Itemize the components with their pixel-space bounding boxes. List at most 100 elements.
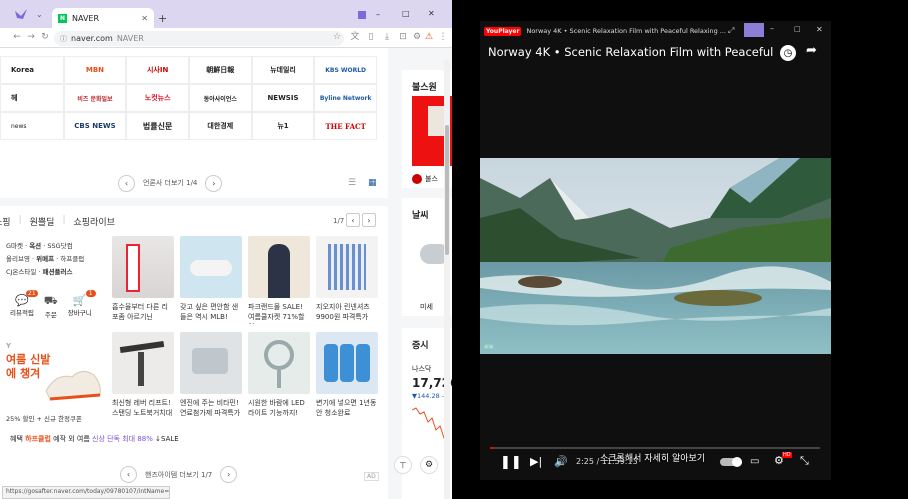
promo-line[interactable]: 혜택 하프클럽 예작 외 여름 신상 단독 최대 88% ↓SALE	[10, 434, 179, 444]
shop-more-next[interactable]: ›	[220, 466, 238, 483]
extension-icon[interactable]	[358, 11, 366, 19]
press-prev-button[interactable]: ‹	[118, 174, 135, 192]
menu-icon[interactable]: ⋮	[438, 32, 448, 42]
scroll-top-button[interactable]: ⊤	[394, 456, 412, 474]
product-card[interactable]: 변기에 넣으면 1년동안 청소완료	[316, 332, 378, 420]
press-cell[interactable]: 동아사이언스	[188, 84, 252, 112]
promo-e: ↓SALE	[155, 435, 179, 443]
product-card[interactable]: 갖고 싶은 편안함 샌들은 역시 MLB!	[180, 236, 242, 324]
tab-close-icon[interactable]: ✕	[141, 14, 148, 23]
page-settings-button[interactable]: ⚙	[420, 456, 438, 474]
shop-link[interactable]: SSG닷컴	[47, 242, 72, 250]
next-icon[interactable]: ▶|	[530, 455, 542, 468]
download-icon[interactable]: ⤓	[382, 32, 392, 42]
shop-prev-button[interactable]: ‹	[346, 213, 360, 227]
watch-later-icon[interactable]: ◷	[780, 45, 796, 61]
shop-link[interactable]: 위메프	[36, 255, 54, 263]
video-frame[interactable]: ▣▣	[480, 158, 831, 354]
press-cell[interactable]: 헤	[0, 84, 64, 112]
star-icon[interactable]: ☆	[332, 32, 342, 42]
back-icon[interactable]: ←	[12, 32, 22, 42]
progress-track[interactable]	[490, 447, 820, 449]
reload-icon[interactable]: ↻	[40, 32, 50, 42]
scrollbar-thumb[interactable]	[445, 125, 449, 255]
press-cell[interactable]: KBS WORLD	[314, 56, 377, 84]
product-card[interactable]: 지오지아 린넨셔츠 9900원 파격특가	[316, 236, 378, 324]
press-cell[interactable]: news	[0, 112, 64, 140]
press-cell[interactable]: NEWSIS	[251, 84, 315, 112]
shop-more-link[interactable]: 핸즈아이템 더보기 1/7	[145, 470, 212, 480]
press-cell[interactable]: Byline Network	[314, 84, 377, 112]
order-shortcut[interactable]: ⛟ 주문	[44, 294, 58, 319]
press-cell[interactable]: 뉴데일리	[251, 56, 315, 84]
press-cell[interactable]: CBS NEWS	[63, 112, 127, 140]
product-title: 변기에 넣으면 1년동안 청소완료	[316, 399, 377, 417]
pause-icon[interactable]: ❚❚	[500, 455, 522, 470]
shoe-banner[interactable]: Y 여름 신발 에 챙겨 25% 할인 + 신규 한정쿠폰	[6, 337, 102, 427]
forward-icon[interactable]: →	[26, 32, 36, 42]
exit-fullscreen-icon[interactable]: ⤡	[800, 454, 809, 468]
share-icon[interactable]: ➦	[806, 43, 817, 58]
warning-icon[interactable]: ⚠	[424, 32, 434, 42]
press-more-link[interactable]: 언론사 더보기 1/4	[143, 178, 197, 188]
shop-link[interactable]: 하프클럽	[60, 255, 84, 263]
translate-icon[interactable]: 文	[350, 32, 360, 42]
tab-onepluldeal[interactable]: 원쁠딜	[30, 215, 55, 228]
product-card[interactable]: 엔진에 주는 비타민! 연료첨가제 파격특가	[180, 332, 242, 420]
player-close[interactable]: ✕	[816, 25, 823, 34]
close-button[interactable]: ✕	[428, 9, 435, 18]
volume-icon[interactable]: 🔊	[554, 455, 568, 468]
cart-shortcut[interactable]: 🛒 1 장바구니	[68, 290, 96, 319]
bird-icon[interactable]	[14, 7, 28, 21]
shop-link[interactable]: CJ온스타일	[6, 268, 36, 276]
product-card[interactable]: 시원한 바람에 LED라이트 기능까지!	[248, 332, 310, 420]
press-cell[interactable]: 뉴1	[251, 112, 315, 140]
new-tab-button[interactable]: +	[158, 12, 167, 25]
grid-view-icon[interactable]: ▦	[368, 178, 377, 188]
review-shortcut[interactable]: 💬 21 리뷰적립	[10, 290, 38, 319]
sidebar-icon[interactable]: ▯	[366, 32, 376, 42]
maximize-button[interactable]: □	[402, 9, 410, 18]
press-cell[interactable]: 시사IN	[126, 56, 189, 84]
minimize-button[interactable]: –	[376, 10, 380, 19]
autoplay-toggle[interactable]	[720, 457, 742, 467]
player-maximize[interactable]: □	[794, 25, 801, 33]
press-cell[interactable]: Korea	[0, 56, 64, 84]
press-cell[interactable]: 朝鮮日報	[188, 56, 252, 84]
tab-naver[interactable]: N NAVER ✕	[52, 8, 154, 28]
watermark-icon: ▣▣	[484, 344, 494, 350]
ad-brand-label: 불스	[425, 175, 438, 183]
shopping-card: 쇼핑 | 원쁠딜 | 쇼핑라이브 1/7 ‹ › G마켓 · 옥션 · SSG닷…	[0, 206, 388, 499]
site-info-icon[interactable]: ⓘ	[60, 34, 67, 44]
press-cell[interactable]: THE FACT	[314, 112, 377, 140]
press-cell[interactable]: 대한경제	[188, 112, 252, 140]
product-card[interactable]: 흡수율부터 다른 리포좀 아르기닌	[112, 236, 174, 324]
list-view-icon[interactable]: ☰	[348, 178, 356, 188]
tab-list-icon[interactable]: ⌄	[36, 10, 43, 19]
pip-button[interactable]	[744, 23, 764, 37]
shop-link[interactable]: 옥션	[29, 242, 41, 250]
press-cell[interactable]: 법률신문	[126, 112, 189, 140]
captions-icon[interactable]: ▭	[750, 456, 759, 467]
ad-brand: 불스	[412, 174, 438, 184]
tab-shopping-live[interactable]: 쇼핑라이브	[74, 215, 115, 228]
press-cell[interactable]: 비즈 문화일보	[63, 84, 127, 112]
model-shape	[268, 244, 290, 298]
product-image	[248, 332, 310, 394]
press-next-button[interactable]: ›	[205, 174, 223, 192]
settings-icon[interactable]: ⚙	[412, 32, 422, 42]
player-minimize[interactable]: –	[770, 24, 774, 33]
press-cell[interactable]: 노컷뉴스	[126, 84, 189, 112]
url-field[interactable]: ⓘ naver.com NAVER	[54, 31, 344, 46]
press-cell[interactable]: MBN	[63, 56, 127, 84]
product-card[interactable]: 최신형 레버 리프트! 스탠딩 노트북거치대	[112, 332, 174, 420]
shop-more-prev[interactable]: ‹	[120, 466, 137, 483]
product-card[interactable]: 파크랜드몰 SALE! 여름쿨자켓 71%할인	[248, 236, 310, 324]
shop-link[interactable]: 올리브영	[6, 255, 30, 263]
pin-icon[interactable]: ⤢	[728, 26, 734, 36]
capture-icon[interactable]: ⊡	[398, 32, 408, 42]
shop-next-button[interactable]: ›	[362, 213, 376, 227]
shop-link[interactable]: G마켓	[6, 242, 23, 250]
shop-link[interactable]: 패션플러스	[43, 268, 73, 276]
tab-shopping[interactable]: 쇼핑	[0, 215, 11, 228]
